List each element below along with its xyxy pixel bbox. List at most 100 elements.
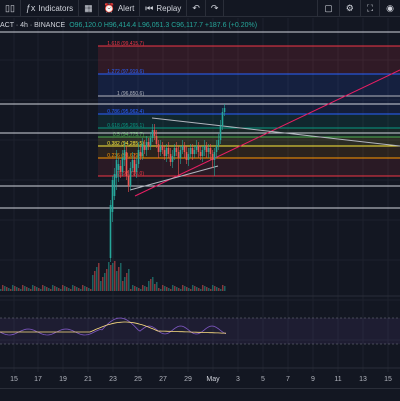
replay-button[interactable]: ⏮ Replay: [140, 0, 188, 16]
volume-bar: [42, 285, 44, 291]
fullscreen-button[interactable]: ⛶: [359, 0, 379, 16]
volume-bar: [68, 288, 70, 291]
date-tick-label: 13: [359, 376, 367, 383]
candle-body: [119, 166, 122, 172]
candle-body: [149, 138, 152, 146]
snapshot-button[interactable]: ◉: [379, 0, 400, 16]
volume-bar: [140, 289, 142, 291]
volume-bar: [114, 261, 116, 291]
volume-bar: [148, 281, 150, 291]
volume-bar: [116, 271, 118, 291]
volume-bar: [104, 273, 106, 291]
indicators-label: Indicators: [38, 3, 74, 13]
volume-bar: [70, 289, 72, 291]
volume-bar: [184, 286, 186, 291]
volume-bar: [170, 289, 172, 291]
candle-body: [159, 146, 162, 152]
volume-bar: [16, 287, 18, 291]
volume-bar: [112, 263, 114, 291]
volume-bar: [22, 285, 24, 291]
symbol-button[interactable]: ▯▯: [0, 0, 21, 16]
volume-bar: [202, 285, 204, 291]
volume-bar: [80, 289, 82, 291]
candle-body: [201, 150, 204, 156]
volume-bar: [82, 285, 84, 291]
volume-bar: [46, 287, 48, 291]
volume-bar: [10, 289, 12, 291]
volume-bar: [182, 285, 184, 291]
volume-bar: [206, 287, 208, 291]
price-chart[interactable]: 1.618 (99,415.7) 1.272 (97,919.6) 1 (96,85…: [0, 0, 400, 388]
candle-body: [153, 130, 156, 136]
settings-button[interactable]: ⚙: [338, 0, 360, 16]
volume-bar: [92, 275, 94, 291]
date-tick-label: 25: [134, 376, 142, 383]
volume-bar: [66, 287, 68, 291]
candle-body: [215, 146, 218, 152]
date-axis[interactable]: 15 17 19 21 23 25 27 29 May 3 5 7 9 11 13 15: [0, 373, 400, 387]
candle-body: [123, 150, 126, 160]
layout-button[interactable]: ▢: [317, 0, 339, 16]
volume-bar: [30, 289, 32, 291]
volume-bar: [0, 289, 2, 291]
indicators-button[interactable]: ƒx Indicators: [21, 0, 80, 16]
volume-bar: [8, 288, 10, 291]
indicators-icon: ƒx: [25, 3, 36, 13]
volume-bar: [210, 289, 212, 291]
candle-body: [143, 146, 146, 150]
candle-body: [129, 168, 132, 186]
candle-body: [151, 130, 154, 138]
volume-bar: [56, 287, 58, 291]
volume-bar: [130, 289, 132, 291]
volume-bar: [126, 273, 128, 291]
fib-level-label: 1.272 (97,919.6): [107, 69, 144, 75]
candle-body: [213, 152, 216, 160]
symbol-name: ACT · 4h · BINANCE: [0, 22, 66, 29]
candle-body: [185, 152, 188, 160]
volume-bar: [102, 277, 104, 291]
fib-level-label: 0.618 (95,265.1): [107, 123, 144, 129]
candle-body: [165, 148, 168, 156]
candle-body: [135, 164, 138, 172]
volume-bar: [138, 288, 140, 291]
alert-label: Alert: [117, 3, 135, 13]
candle-body: [113, 174, 116, 196]
replay-icon: ⏮: [145, 2, 154, 13]
volume-bar: [60, 289, 62, 291]
date-tick-label: 17: [34, 376, 42, 383]
volume-bar: [168, 288, 170, 291]
redo-button[interactable]: ↷: [206, 0, 225, 16]
volume-bar: [160, 289, 162, 291]
volume-bar: [180, 289, 182, 291]
candle-body: [181, 146, 184, 150]
candle-body: [207, 148, 210, 152]
volume-bar: [86, 287, 88, 291]
candle-body: [139, 152, 142, 156]
candle-body: [125, 152, 128, 176]
volume-bar: [150, 279, 152, 291]
layout-icon: ▢: [324, 2, 333, 13]
volume-bar: [44, 286, 46, 291]
candle-body: [191, 148, 194, 154]
volume-bar: [224, 286, 226, 291]
candle-body: [109, 205, 112, 258]
alert-icon: ⏰: [103, 2, 115, 13]
volume-bar: [96, 267, 98, 291]
undo-button[interactable]: ↶: [187, 0, 206, 16]
volume-bar: [156, 282, 158, 291]
fullscreen-icon: ⛶: [366, 2, 374, 13]
alert-button[interactable]: ⏰ Alert: [99, 0, 141, 16]
volume-bar: [146, 287, 148, 291]
volume-bar: [26, 287, 28, 291]
volume-bar: [142, 285, 144, 291]
volume-bar: [162, 285, 164, 291]
candle-body: [127, 176, 130, 186]
candle-body: [197, 146, 200, 152]
volume-bar: [134, 286, 136, 291]
volume-bar: [98, 263, 100, 291]
templates-icon: ▦: [84, 2, 93, 13]
candle-body: [209, 148, 212, 154]
volume-bar: [136, 287, 138, 291]
volume-bar: [120, 263, 122, 291]
templates-button[interactable]: ▦: [79, 0, 99, 16]
